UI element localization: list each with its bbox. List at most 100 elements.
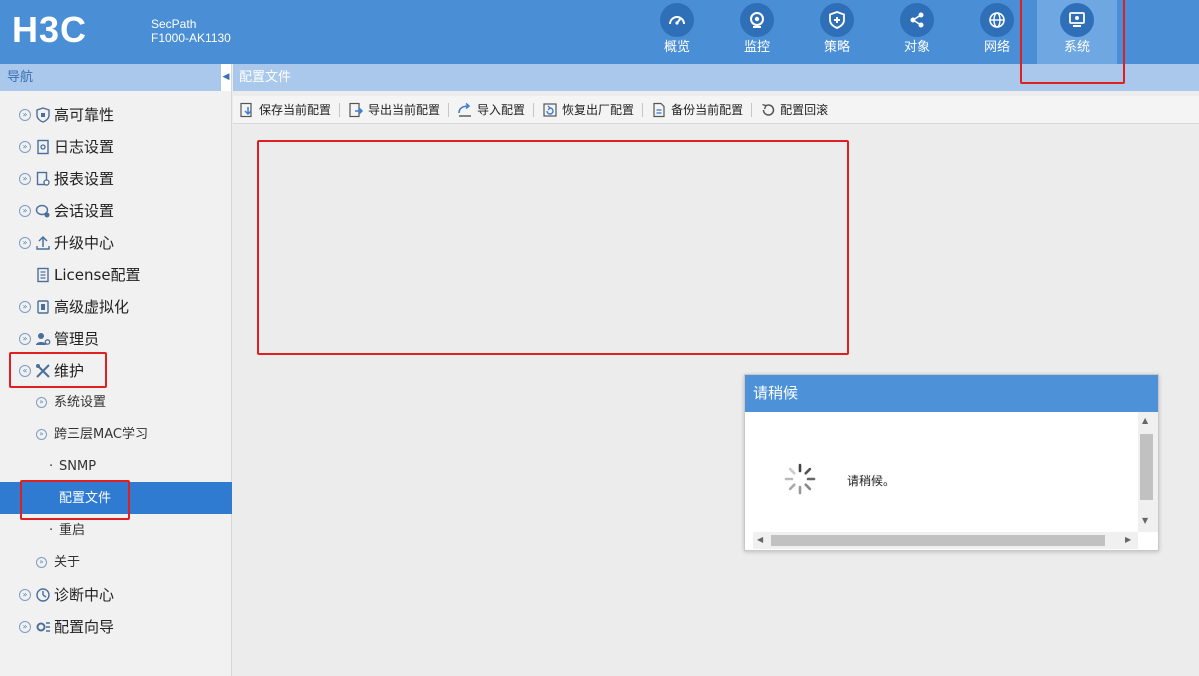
nav-policy[interactable]: 策略 <box>797 0 877 64</box>
sidebar-item-config-wizard[interactable]: » 配置向导 <box>0 612 232 642</box>
save-config-icon <box>240 102 252 117</box>
import-config-icon <box>458 102 472 117</box>
sidebar-item-session-settings[interactable]: » 会话设置 <box>0 196 232 226</box>
sidebar-subitem-about[interactable]: » 关于 <box>0 548 232 578</box>
collapse-sidebar-icon[interactable]: ◀ <box>221 64 231 91</box>
wizard-icon <box>36 622 50 632</box>
monitor-camera-icon <box>740 3 774 37</box>
sidebar-item-label: 诊断中心 <box>54 586 115 604</box>
nav-object[interactable]: 对象 <box>877 0 957 64</box>
toolbar-divider <box>339 102 341 117</box>
log-icon <box>37 139 49 155</box>
scroll-left-icon[interactable]: ◀ <box>757 535 763 544</box>
backup-config-button[interactable]: 备份当前配置 <box>651 101 743 118</box>
sidebar-item-maintenance[interactable]: « 维护 <box>0 356 232 386</box>
sidebar-item-label: 会话设置 <box>54 202 115 220</box>
sidebar-item-high-availability[interactable]: » 高可靠性 <box>0 100 232 130</box>
sidebar-item-label: 报表设置 <box>54 170 115 188</box>
toolbar-label: 导入配置 <box>477 103 526 117</box>
sidebar-subitem-label: 跨三层MAC学习 <box>54 427 148 442</box>
nav-label: 策略 <box>823 40 850 55</box>
sidebar-item-label: 高级虚拟化 <box>54 298 130 316</box>
dialog-title: 请稍候 <box>745 375 1158 412</box>
dialog-body: 请稍候。 <box>745 412 1138 532</box>
factory-reset-button[interactable]: 恢复出厂配置 <box>542 101 634 118</box>
sidebar-item-report-settings[interactable]: » 报表设置 <box>0 164 232 194</box>
expand-icon: » <box>36 429 47 440</box>
admin-icon <box>36 333 51 345</box>
toolbar-label: 备份当前配置 <box>671 103 744 117</box>
toolbar-label: 保存当前配置 <box>259 103 332 117</box>
dialog-vertical-scrollbar[interactable]: ▲ ▼ <box>1138 412 1158 532</box>
save-config-button[interactable]: 保存当前配置 <box>239 101 331 118</box>
expand-icon: » <box>19 333 31 345</box>
collapse-icon: « <box>19 365 31 377</box>
nav-label: 对象 <box>903 40 930 55</box>
model-number: F1000-AK1130 <box>151 31 231 45</box>
export-config-button[interactable]: 导出当前配置 <box>348 101 440 118</box>
nav-network[interactable]: 网络 <box>957 0 1037 64</box>
loading-spinner-icon <box>784 463 816 495</box>
sidebar-subitem-label: SNMP <box>59 459 97 474</box>
share-nodes-icon <box>900 3 934 37</box>
nav-label: 监控 <box>743 40 770 55</box>
shield-plus-icon <box>820 3 854 37</box>
nav-system[interactable]: 系统 <box>1037 0 1117 64</box>
expand-icon: » <box>19 173 31 185</box>
device-model: SecPath F1000-AK1130 <box>151 17 231 45</box>
sidebar-subitem-config-file[interactable]: 配置文件 <box>0 482 232 514</box>
system-screen-icon <box>1060 3 1094 37</box>
sidebar-subitem-label: 配置文件 <box>59 491 112 506</box>
factory-reset-icon <box>543 102 557 117</box>
rollback-icon <box>762 103 775 116</box>
sidebar-item-administrator[interactable]: » 管理员 <box>0 324 232 354</box>
sidebar-subitem-cross-l3-mac[interactable]: » 跨三层MAC学习 <box>0 420 232 450</box>
sidebar-item-label: 高可靠性 <box>54 106 115 124</box>
toolbar-divider <box>642 102 644 117</box>
sidebar-item-advanced-virtualization[interactable]: » 高级虚拟化 <box>0 292 232 322</box>
product-line: SecPath <box>151 17 197 31</box>
config-rollback-button[interactable]: 配置回滚 <box>760 101 828 118</box>
nav-overview[interactable]: 概览 <box>637 0 717 64</box>
scroll-right-icon[interactable]: ▶ <box>1125 535 1131 544</box>
main-content: 配置文件 保存当前配置 导出当前配置 导入配置 恢复出厂配置 备份当前配置 配置… <box>233 64 1199 676</box>
diagnosis-icon <box>36 588 50 602</box>
top-header: H3C SecPath F1000-AK1130 概览 监控 策略 对象 网络 <box>0 0 1199 64</box>
expand-icon: » <box>19 141 31 153</box>
sidebar-subitem-label: 重启 <box>59 523 86 538</box>
license-icon <box>37 267 49 283</box>
export-config-icon <box>349 102 364 117</box>
dialog-message: 请稍候。 <box>847 474 896 488</box>
sidebar-item-label: 配置向导 <box>54 618 115 636</box>
sidebar-item-label: 日志设置 <box>54 138 115 156</box>
sidebar-item-label: 升级中心 <box>54 234 115 252</box>
expand-icon: » <box>19 589 31 601</box>
sidebar-item-upgrade-center[interactable]: » 升级中心 <box>0 228 232 258</box>
sidebar-item-license[interactable]: License配置 <box>0 260 232 290</box>
nav-monitor[interactable]: 监控 <box>717 0 797 64</box>
sidebar-item-log-settings[interactable]: » 日志设置 <box>0 132 232 162</box>
toolbar-divider <box>533 102 535 117</box>
expand-icon: » <box>19 205 31 217</box>
bullet-icon: · <box>49 459 54 474</box>
nav-sidebar: 导航 ◀ » 高可靠性 » 日志设置 » 报表设置 » 会话设置 » 升级中心 … <box>0 64 232 676</box>
scroll-up-icon[interactable]: ▲ <box>1142 416 1148 425</box>
import-config-button[interactable]: 导入配置 <box>457 101 525 118</box>
gauge-icon <box>660 3 694 37</box>
scroll-down-icon[interactable]: ▼ <box>1142 516 1148 525</box>
sidebar-item-diagnosis-center[interactable]: » 诊断中心 <box>0 580 232 610</box>
expand-icon: » <box>36 397 47 408</box>
toolbar-label: 导出当前配置 <box>368 103 441 117</box>
nav-label: 系统 <box>1063 40 1090 55</box>
sidebar-subitem-snmp[interactable]: · SNMP <box>0 452 232 482</box>
scrollbar-thumb[interactable] <box>771 535 1105 546</box>
sidebar-subitem-reboot[interactable]: · 重启 <box>0 516 232 546</box>
sidebar-subitem-system-settings[interactable]: » 系统设置 <box>0 388 232 418</box>
upgrade-icon <box>36 235 50 250</box>
nav-label: 网络 <box>983 40 1010 55</box>
shield-icon <box>36 107 50 123</box>
dialog-horizontal-scrollbar[interactable]: ◀ ▶ <box>753 532 1138 549</box>
report-icon <box>36 171 50 186</box>
nav-label: 概览 <box>663 40 690 55</box>
scrollbar-thumb[interactable] <box>1140 434 1153 500</box>
